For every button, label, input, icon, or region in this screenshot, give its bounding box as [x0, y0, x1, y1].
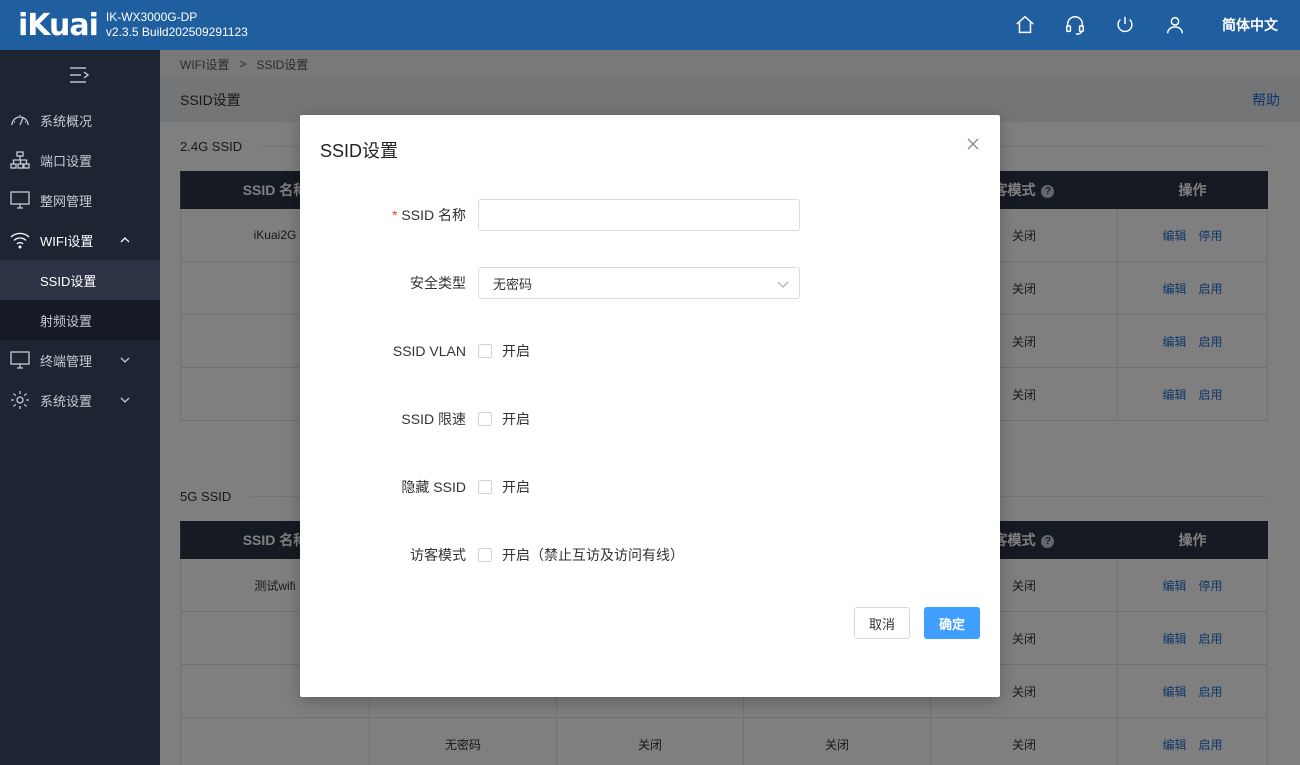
- headset-icon[interactable]: [1050, 0, 1100, 50]
- sidebar: 系统概况 端口设置 整网管理 WIFI设置 SSID设置 射频设置 终端管理 系…: [0, 50, 160, 765]
- firmware-version: v2.3.5 Build202509291123: [105, 25, 248, 39]
- wifi-icon: [10, 232, 30, 249]
- terminal-icon: [10, 351, 30, 369]
- sidebar-item-label: WIFI设置: [40, 233, 94, 249]
- device-model: IK-WX3000G-DP: [105, 10, 198, 24]
- field-security: 安全类型 无密码: [300, 267, 1000, 299]
- sidebar-item-label: 端口设置: [40, 153, 93, 169]
- device-info: IK-WX3000G-DP v2.3.5 Build202509291123: [106, 10, 248, 40]
- gear-icon: [11, 391, 29, 409]
- close-icon[interactable]: [966, 137, 980, 151]
- guest-mode-checkbox[interactable]: [478, 548, 492, 562]
- sidebar-item-label: 整网管理: [40, 193, 93, 209]
- field-label-text: SSID 名称: [401, 207, 466, 223]
- language-switch[interactable]: 简体中文: [1200, 15, 1300, 35]
- sidebar-item-label: 系统概况: [40, 113, 93, 129]
- security-type-select[interactable]: 无密码: [478, 267, 800, 299]
- checkbox-label[interactable]: 开启: [502, 341, 530, 361]
- sidebar-item-label: 系统设置: [40, 393, 93, 409]
- vlan-checkbox[interactable]: [478, 344, 492, 358]
- field-label: SSID 限速: [401, 411, 466, 427]
- dashboard-icon: [11, 115, 29, 126]
- required-mark: *: [391, 207, 398, 223]
- field-vlan: SSID VLAN 开启: [300, 335, 1000, 367]
- checkbox-label[interactable]: 开启（禁止互访及访问有线）: [502, 545, 684, 565]
- hide-ssid-checkbox[interactable]: [478, 480, 492, 494]
- checkbox-label[interactable]: 开启: [502, 409, 530, 429]
- top-header: iKuai IK-WX3000G-DP v2.3.5 Build20250929…: [0, 0, 1300, 50]
- header-actions: 简体中文: [1000, 0, 1300, 50]
- monitor-icon: [10, 191, 30, 209]
- field-speed-limit: SSID 限速 开启: [300, 403, 1000, 435]
- sidebar-item-ports[interactable]: 端口设置: [0, 140, 160, 180]
- speed-limit-checkbox[interactable]: [478, 412, 492, 426]
- field-label: * SSID 名称: [300, 205, 478, 225]
- chevron-down-icon: [777, 281, 789, 288]
- field-label: SSID VLAN: [392, 343, 466, 359]
- field-label: 隐藏 SSID: [401, 479, 466, 495]
- field-label: 访客模式: [410, 547, 466, 563]
- sidebar-subitem-ssid[interactable]: SSID设置: [0, 260, 160, 300]
- chevron-down-icon: [120, 397, 130, 403]
- dialog-title: SSID设置: [320, 141, 399, 161]
- network-icon: [10, 151, 30, 169]
- field-hide-ssid: 隐藏 SSID 开启: [300, 471, 1000, 503]
- cancel-button[interactable]: 取消: [854, 607, 910, 639]
- field-ssid-name: * SSID 名称: [300, 199, 1000, 231]
- brand-logo: iKuai: [18, 7, 99, 43]
- home-icon[interactable]: [1000, 0, 1050, 50]
- confirm-button[interactable]: 确定: [924, 607, 980, 639]
- sidebar-item-terminals[interactable]: 终端管理: [0, 340, 160, 380]
- chevron-up-icon: [120, 237, 130, 243]
- sidebar-item-wifi[interactable]: WIFI设置: [0, 220, 160, 260]
- sidebar-item-system[interactable]: 系统设置: [0, 380, 160, 420]
- user-icon[interactable]: [1150, 0, 1200, 50]
- sidebar-subitem-radio[interactable]: 射频设置: [0, 300, 160, 340]
- menu-collapse-icon[interactable]: [0, 50, 160, 100]
- power-icon[interactable]: [1100, 0, 1150, 50]
- select-value: 无密码: [493, 276, 533, 292]
- chevron-down-icon: [120, 357, 130, 363]
- ssid-name-input[interactable]: [478, 199, 800, 231]
- checkbox-label[interactable]: 开启: [502, 477, 530, 497]
- field-label: 安全类型: [410, 275, 466, 291]
- sidebar-item-label: 终端管理: [40, 353, 93, 369]
- sidebar-item-network[interactable]: 整网管理: [0, 180, 160, 220]
- sidebar-item-overview[interactable]: 系统概况: [0, 100, 160, 140]
- ssid-settings-dialog: SSID设置 * SSID 名称 安全类型 无密码 SSID VLAN 开启 SS…: [300, 115, 1000, 697]
- field-guest-mode: 访客模式 开启（禁止互访及访问有线）: [300, 539, 1000, 571]
